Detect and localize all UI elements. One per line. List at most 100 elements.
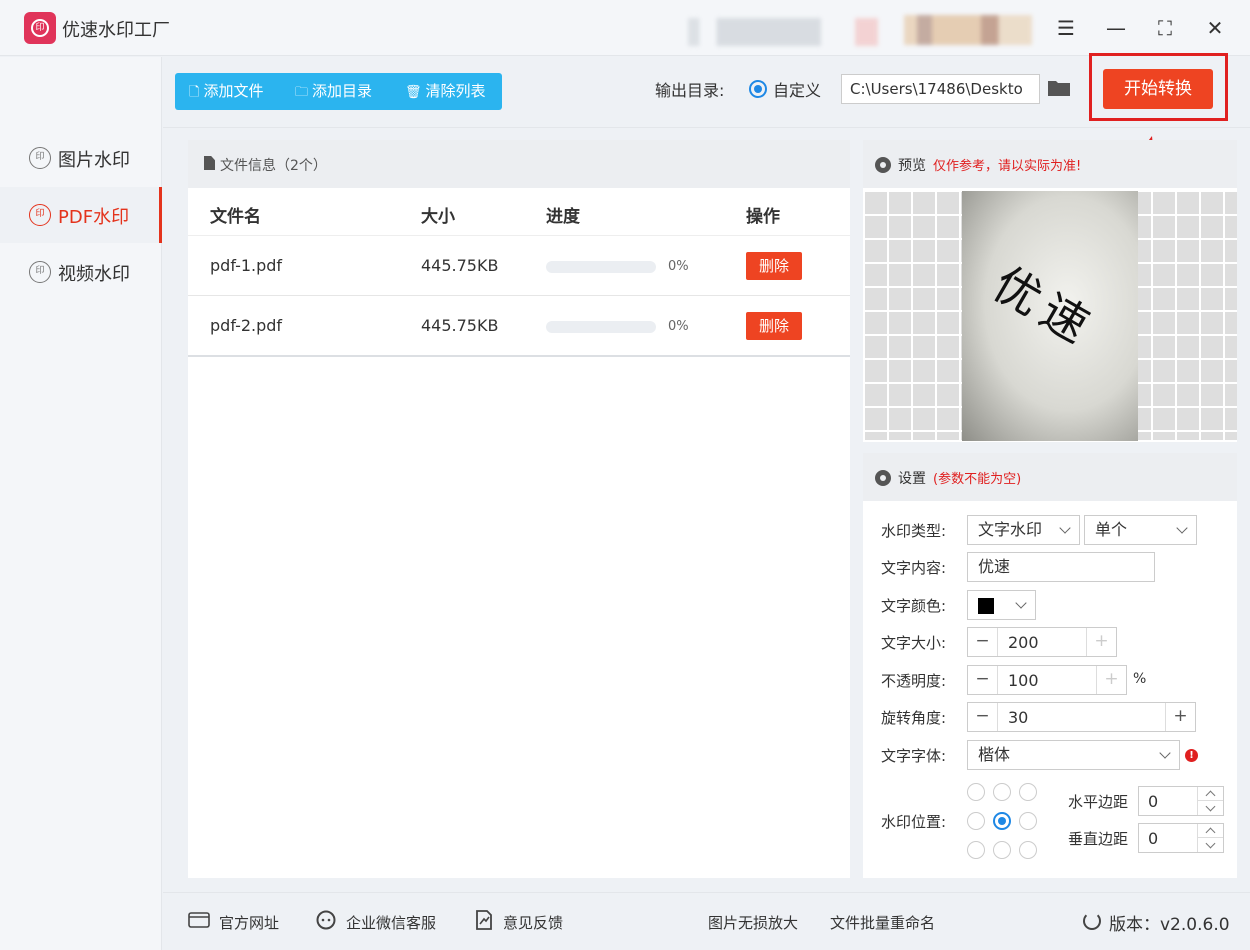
stamp-icon: 印 [29,147,51,169]
position-radio-middle-right[interactable] [1019,812,1037,830]
column-header-progress: 进度 [546,207,580,227]
position-radio-top-right[interactable] [1019,783,1037,801]
sidebar-item-label: 视频水印 [58,264,130,285]
decrement-button[interactable]: − [968,666,998,694]
font-label: 文字字体: [881,747,947,765]
watermark-mode-value: 单个 [1095,520,1128,539]
file-size: 445.75KB [421,316,499,335]
official-website-link[interactable]: 官方网址 [219,912,279,933]
wechat-support-link[interactable]: 企业微信客服 [346,912,436,933]
text-size-label: 文字大小: [881,634,947,652]
refresh-icon[interactable] [1083,912,1101,930]
increment-button[interactable]: + [1096,666,1126,694]
increment-button[interactable]: + [1086,628,1116,656]
text-size-stepper[interactable]: − 200 + [967,627,1117,657]
vertical-margin-label: 垂直边距 [1068,830,1129,848]
delete-button[interactable]: 删除 [746,312,802,340]
position-label: 水印位置: [881,813,947,831]
horizontal-margin-spinner[interactable]: 0 [1138,786,1224,816]
file-list-panel: 文件信息（2个） 文件名 大小 进度 操作 pdf-1.pdf 445.75KB… [188,140,850,878]
file-button-group: 🗋 添加文件 🗀 添加目录 🗑 清除列表 [175,73,502,110]
logo-glyph: 印 [31,19,49,37]
increment-button[interactable]: + [1165,703,1195,731]
file-info-header: 文件信息（2个） [188,140,850,188]
minimize-icon[interactable]: — [1100,12,1132,44]
title-bar: 印 优速水印工厂 ☰ — ⛶ ✕ [0,0,1250,56]
preview-panel: 预览 仅作参考，请以实际为准! 优速 [863,140,1237,442]
file-size: 445.75KB [421,256,499,275]
sidebar-item-image-watermark[interactable]: 印 图片水印 [0,130,162,186]
rotation-value: 30 [1008,708,1029,727]
menu-icon[interactable]: ☰ [1050,12,1082,44]
opacity-stepper[interactable]: − 100 + [967,665,1127,695]
settings-title: 设置 [898,471,926,487]
position-radio-bottom-center[interactable] [993,841,1011,859]
progress-percent: 0% [668,259,689,274]
trash-icon: 🗑 [405,85,422,100]
settings-header: 设置 (参数不能为空) [863,453,1237,501]
position-radio-bottom-right[interactable] [1019,841,1037,859]
maximize-icon[interactable]: ⛶ [1149,12,1181,44]
file-table-header: 文件名 大小 进度 操作 [188,188,850,236]
delete-button[interactable]: 删除 [746,252,802,280]
close-icon[interactable]: ✕ [1199,12,1231,44]
table-row[interactable]: pdf-1.pdf 445.75KB 0% 删除 [188,236,850,296]
color-swatch [978,598,994,614]
text-size-value: 200 [1008,633,1039,652]
add-directory-label: 添加目录 [312,82,373,100]
sidebar-item-video-watermark[interactable]: 印 视频水印 [0,244,162,300]
column-header-action: 操作 [746,207,780,227]
watermark-mode-select[interactable]: 单个 [1084,515,1197,545]
toolbar: 🗋 添加文件 🗀 添加目录 🗑 清除列表 输出目录: 自定义 C:\Users\174… [163,53,1250,128]
website-icon [188,912,210,928]
settings-panel: 设置 (参数不能为空) 水印类型: 文字水印 单个 文字内容: 优速 文字颜色:… [863,453,1237,878]
rotation-stepper[interactable]: − 30 + [967,702,1196,732]
vertical-margin-spinner[interactable]: 0 [1138,823,1224,853]
chevron-down-icon [1176,522,1188,534]
position-radio-middle-left[interactable] [967,812,985,830]
spin-up-button[interactable] [1197,787,1223,801]
watermark-type-select[interactable]: 文字水印 [967,515,1080,545]
blurred-user-info [688,18,878,46]
custom-output-radio[interactable] [749,80,767,98]
table-divider [188,355,850,357]
warning-icon: ! [1185,749,1198,762]
position-radio-top-center[interactable] [993,783,1011,801]
text-color-picker[interactable] [967,590,1036,620]
preview-note: 仅作参考，请以实际为准! [933,159,1082,174]
opacity-unit: % [1133,671,1147,687]
folder-icon[interactable] [1047,79,1071,97]
position-radio-bottom-left[interactable] [967,841,985,859]
footer: 官方网址 企业微信客服 意见反馈 图片无损放大 文件批量重命名 版本：v2.0.… [163,892,1250,950]
spin-up-button[interactable] [1197,824,1223,838]
watermark-type-label: 水印类型: [881,522,947,540]
spin-down-button[interactable] [1197,801,1223,815]
opacity-label: 不透明度: [881,672,947,690]
batch-rename-link[interactable]: 文件批量重命名 [830,912,935,933]
position-radio-center[interactable] [993,812,1011,830]
preview-header: 预览 仅作参考，请以实际为准! [863,140,1237,188]
font-value: 楷体 [978,745,1011,764]
spin-down-button[interactable] [1197,838,1223,852]
text-content-input[interactable]: 优速 [967,552,1155,582]
add-file-button[interactable]: 🗋 添加文件 [189,73,263,110]
blurred-avatar-area [904,15,1032,45]
chevron-down-icon [1159,747,1171,759]
output-path-input[interactable]: C:\Users\17486\Deskto [841,74,1040,104]
sidebar: 印 图片水印 印 PDF水印 印 视频水印 [0,57,162,950]
stamp-icon: 印 [29,204,51,226]
decrement-button[interactable]: − [968,703,998,731]
feedback-link[interactable]: 意见反馈 [503,912,563,933]
add-directory-button[interactable]: 🗀 添加目录 [295,73,372,110]
table-row[interactable]: pdf-2.pdf 445.75KB 0% 删除 [188,296,850,356]
stamp-icon: 印 [29,261,51,283]
sidebar-item-pdf-watermark[interactable]: 印 PDF水印 [0,187,162,243]
position-radio-top-left[interactable] [967,783,985,801]
output-dir-label: 输出目录: [655,81,725,100]
clear-list-button[interactable]: 🗑 清除列表 [405,73,486,110]
decrement-button[interactable]: − [968,628,998,656]
gear-icon [875,157,891,173]
file-icon: 🗋 [189,85,200,100]
lossless-upscale-link[interactable]: 图片无损放大 [708,912,798,933]
font-select[interactable]: 楷体 [967,740,1180,770]
